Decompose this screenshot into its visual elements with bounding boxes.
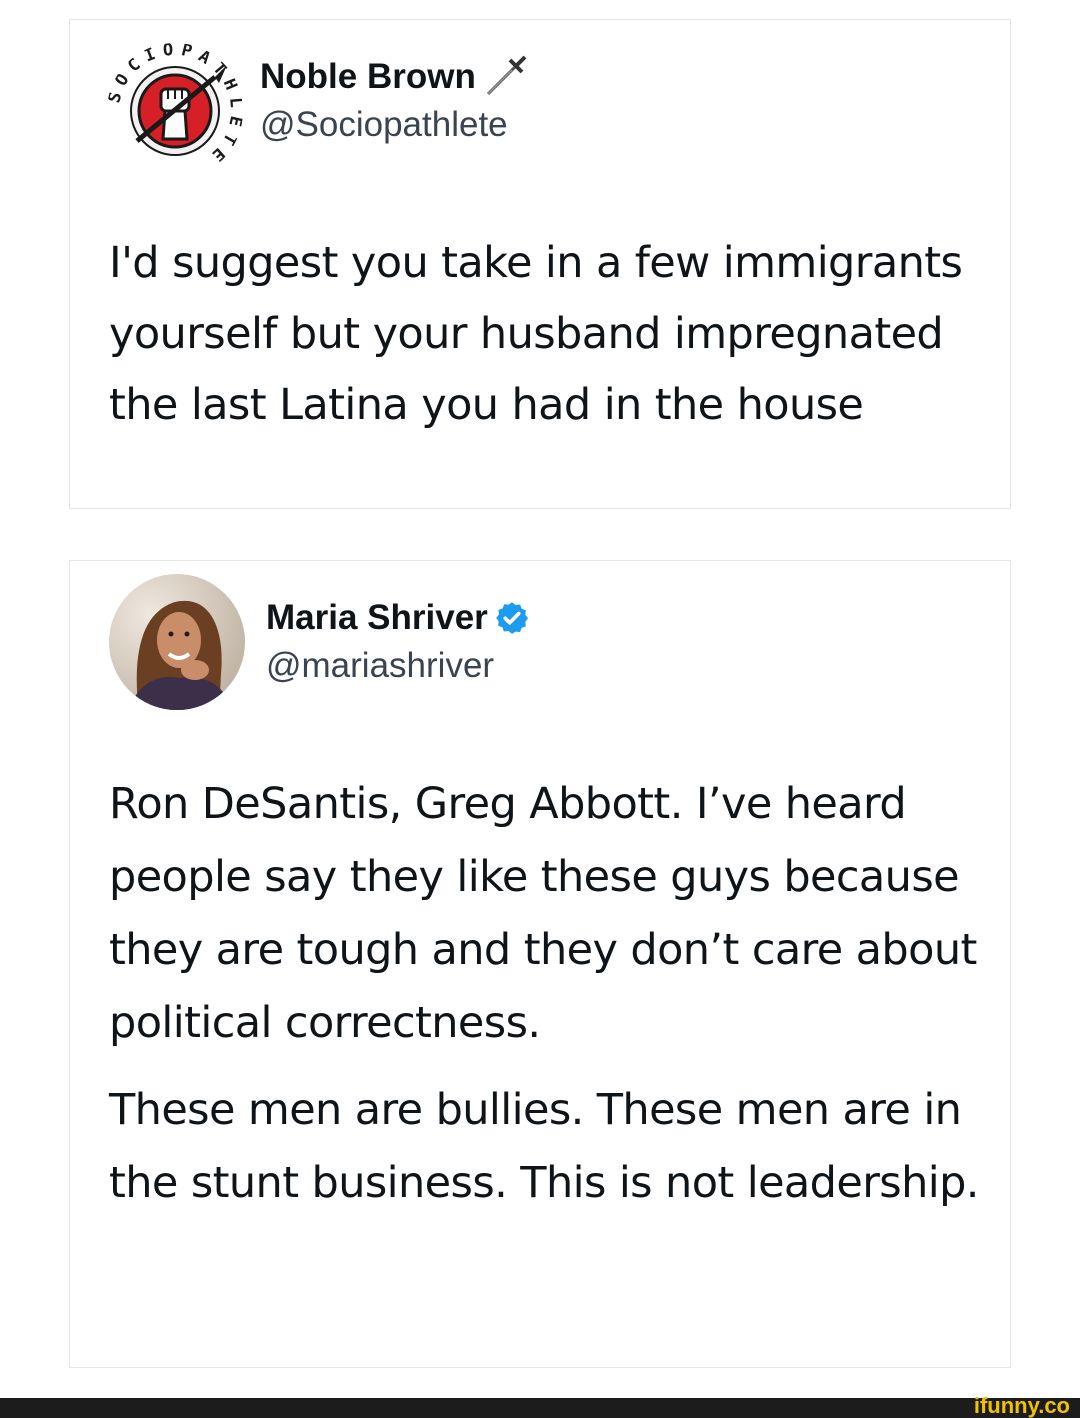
tweet-card-maria-shriver: Maria Shriver @mariashriver Ron DeSantis…: [69, 560, 1011, 1368]
display-name: Noble Brown: [260, 57, 476, 96]
avatar-ring-text: SOCIOPATHLETE: [107, 43, 243, 170]
tweet-text: I'd suggest you take in a few immigrants…: [109, 228, 989, 441]
ifunny-watermark: ifunny.co: [973, 1393, 1070, 1418]
footer-bar: [0, 1398, 1080, 1418]
handle[interactable]: @mariashriver: [266, 641, 530, 691]
svg-text:SOCIOPATHLETE: SOCIOPATHLETE: [107, 43, 243, 170]
profile-photo-icon: [109, 574, 245, 710]
verified-badge-icon: [496, 602, 528, 634]
handle[interactable]: @Sociopathlete: [260, 100, 528, 150]
avatar-mariashriver[interactable]: [109, 574, 245, 710]
avatar-sociopathlete[interactable]: SOCIOPATHLETE: [107, 43, 243, 179]
tweet-paragraph: I'd suggest you take in a few immigrants…: [109, 238, 963, 430]
tweet-author: Maria Shriver @mariashriver: [266, 595, 530, 691]
dagger-icon: [486, 55, 527, 96]
avatar-ring-label: SOCIOPATHLETE: [107, 43, 239, 170]
display-name: Maria Shriver: [266, 598, 488, 637]
tweet-paragraph: These men are bullies. These men are in …: [109, 1085, 979, 1208]
tweet-author: Noble Brown @Sociopathlete: [260, 54, 528, 150]
tweet-text: Ron DeSantis, Greg Abbott. I’ve heard pe…: [109, 768, 1004, 1220]
author-name-row[interactable]: Noble Brown: [260, 54, 528, 100]
tweet-paragraph: Ron DeSantis, Greg Abbott. I’ve heard pe…: [109, 779, 977, 1048]
tweet-card-noble-brown: SOCIOPATHLETE Noble Brown @Sociopathlete…: [69, 19, 1011, 509]
author-name-row[interactable]: Maria Shriver: [266, 595, 530, 641]
